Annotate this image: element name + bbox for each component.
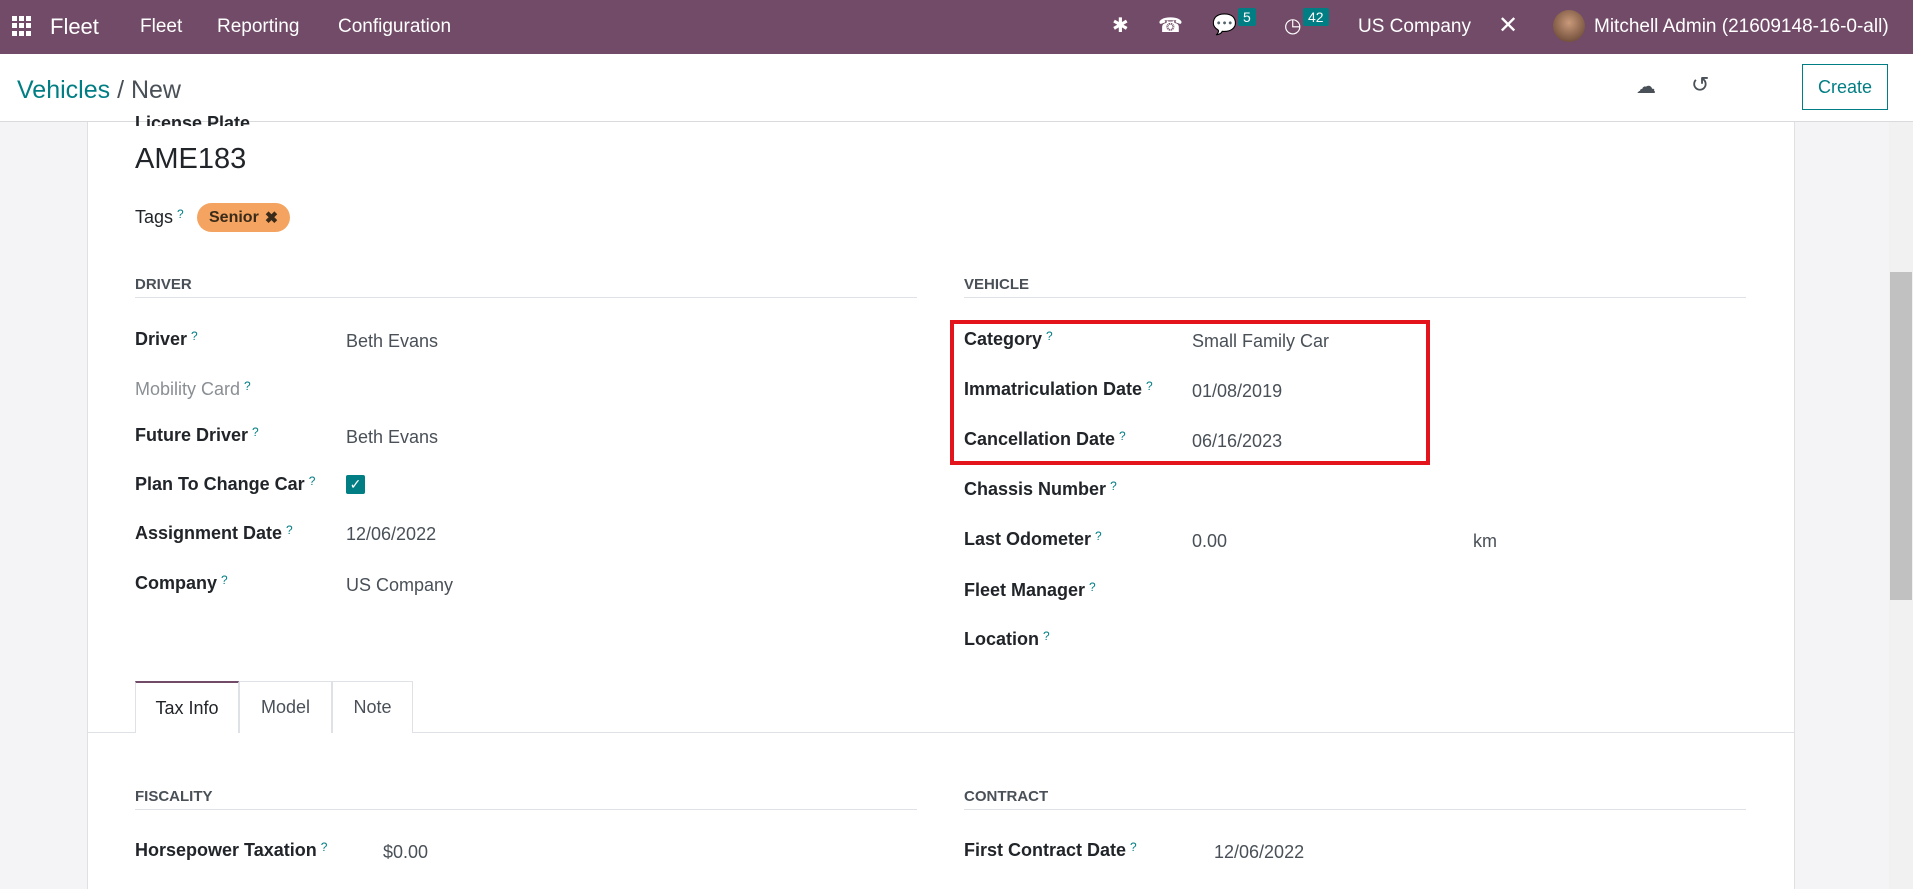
future-driver-label: Future Driver? bbox=[135, 425, 259, 445]
menu-reporting[interactable]: Reporting bbox=[217, 16, 299, 38]
vehicle-section-title: VEHICLE bbox=[964, 276, 1030, 293]
highlight-box bbox=[950, 320, 1430, 465]
menu-configuration[interactable]: Configuration bbox=[338, 16, 451, 38]
license-plate-field[interactable]: AME183 bbox=[135, 143, 246, 176]
divider bbox=[964, 297, 1746, 298]
divider bbox=[964, 809, 1746, 810]
first-contract-date-label: First Contract Date? bbox=[964, 840, 1137, 860]
assignment-date-label: Assignment Date? bbox=[135, 523, 293, 543]
odometer-field[interactable]: 0.00 bbox=[1192, 531, 1227, 552]
fiscality-section-title: FISCALITY bbox=[135, 788, 213, 805]
tab-tax-info[interactable]: Tax Info bbox=[135, 681, 239, 733]
assignment-date-field[interactable]: 12/06/2022 bbox=[346, 524, 436, 545]
driver-label: Driver? bbox=[135, 329, 198, 349]
license-plate-label: License Plate bbox=[135, 113, 251, 126]
divider bbox=[135, 297, 917, 298]
clock-icon[interactable]: ◷ bbox=[1284, 13, 1301, 38]
company-field[interactable]: US Company bbox=[346, 575, 453, 596]
control-panel: Vehicles / New ☁ ↺ Create bbox=[0, 54, 1913, 122]
last-odometer-label: Last Odometer? bbox=[964, 529, 1102, 549]
menu-fleet[interactable]: Fleet bbox=[140, 16, 182, 38]
form-sheet bbox=[87, 122, 1795, 889]
plan-change-label: Plan To Change Car? bbox=[135, 474, 316, 494]
breadcrumb-current: New bbox=[130, 76, 181, 104]
breadcrumb-vehicles[interactable]: Vehicles bbox=[17, 76, 110, 104]
plan-change-checkbox[interactable]: ✓ bbox=[346, 475, 365, 494]
contract-section-title: CONTRACT bbox=[964, 788, 1049, 805]
odometer-unit[interactable]: km bbox=[1473, 531, 1497, 552]
future-driver-field[interactable]: Beth Evans bbox=[346, 427, 438, 448]
company-switcher[interactable]: US Company bbox=[1358, 16, 1471, 38]
chassis-number-label: Chassis Number? bbox=[964, 479, 1117, 499]
scrollbar-thumb[interactable] bbox=[1890, 272, 1912, 600]
activities-badge: 42 bbox=[1303, 8, 1329, 26]
tools-icon[interactable]: ✕ bbox=[1498, 11, 1518, 40]
tags-label: Tags? bbox=[135, 207, 184, 227]
chat-icon[interactable]: 💬 bbox=[1212, 12, 1237, 37]
fleet-manager-label: Fleet Manager? bbox=[964, 580, 1096, 600]
driver-section-title: DRIVER bbox=[135, 276, 192, 293]
save-cloud-icon[interactable]: ☁ bbox=[1636, 74, 1656, 99]
tag-senior[interactable]: Senior ✖ bbox=[197, 203, 291, 232]
driver-field[interactable]: Beth Evans bbox=[346, 331, 438, 352]
avatar[interactable] bbox=[1553, 10, 1585, 42]
remove-tag-icon[interactable]: ✖ bbox=[265, 208, 278, 228]
location-label: Location? bbox=[964, 629, 1050, 649]
debug-bug-icon[interactable]: ✱ bbox=[1112, 13, 1129, 38]
mobility-card-label: Mobility Card? bbox=[135, 379, 251, 399]
user-menu[interactable]: Mitchell Admin (21609148-16-0-all) bbox=[1594, 16, 1889, 38]
discard-icon[interactable]: ↺ bbox=[1691, 72, 1709, 98]
breadcrumb: Vehicles / New bbox=[17, 76, 181, 104]
apps-menu-icon[interactable] bbox=[12, 16, 32, 36]
top-navbar: Fleet Fleet Reporting Configuration ✱ ☎ … bbox=[0, 0, 1913, 54]
horsepower-taxation-label: Horsepower Taxation? bbox=[135, 840, 328, 860]
app-name[interactable]: Fleet bbox=[50, 14, 99, 40]
first-contract-date-field[interactable]: 12/06/2022 bbox=[1214, 842, 1304, 863]
create-button[interactable]: Create bbox=[1802, 64, 1888, 110]
phone-icon[interactable]: ☎ bbox=[1158, 13, 1183, 38]
horsepower-taxation-field[interactable]: $0.00 bbox=[383, 842, 428, 863]
tab-model[interactable]: Model bbox=[239, 681, 332, 733]
divider bbox=[135, 809, 917, 810]
tab-note[interactable]: Note bbox=[332, 681, 413, 733]
company-label: Company? bbox=[135, 573, 228, 593]
messages-badge: 5 bbox=[1238, 8, 1256, 26]
